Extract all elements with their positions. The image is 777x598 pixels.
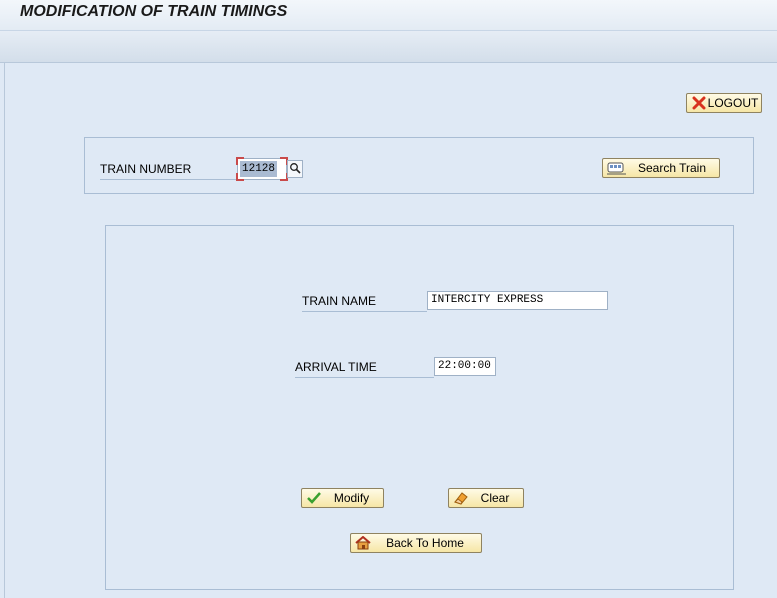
title-bar: MODIFICATION OF TRAIN TIMINGS bbox=[0, 0, 777, 31]
train-name-label: TRAIN NAME bbox=[302, 294, 427, 312]
page-title: MODIFICATION OF TRAIN TIMINGS bbox=[20, 3, 288, 20]
close-x-icon bbox=[691, 96, 707, 110]
home-icon bbox=[355, 536, 371, 550]
clear-label: Clear bbox=[480, 491, 510, 505]
eraser-icon bbox=[453, 491, 469, 505]
train-number-value: 12128 bbox=[240, 161, 278, 177]
logout-button[interactable]: LOGOUT bbox=[686, 93, 762, 113]
train-name-field[interactable]: INTERCITY EXPRESS bbox=[427, 291, 608, 310]
modify-button[interactable]: Modify bbox=[301, 488, 384, 508]
train-number-field[interactable]: 12128 bbox=[236, 157, 288, 181]
train-search-icon bbox=[607, 161, 627, 175]
search-train-button[interactable]: Search Train bbox=[602, 158, 720, 178]
check-icon bbox=[306, 491, 322, 505]
train-number-label: TRAIN NUMBER bbox=[100, 162, 237, 180]
search-train-label: Search Train bbox=[637, 161, 707, 175]
f4-help-icon bbox=[289, 162, 301, 177]
back-to-home-label: Back To Home bbox=[386, 536, 464, 550]
modify-label: Modify bbox=[333, 491, 370, 505]
focus-corner-top-left bbox=[236, 157, 244, 165]
arrival-time-label: ARRIVAL TIME bbox=[295, 360, 434, 378]
application-toolbar bbox=[0, 31, 777, 63]
focus-corner-bottom-left bbox=[236, 173, 244, 181]
clear-button[interactable]: Clear bbox=[448, 488, 524, 508]
arrival-time-field[interactable]: 22:00:00 bbox=[434, 357, 496, 376]
left-divider bbox=[4, 62, 5, 598]
back-to-home-button[interactable]: Back To Home bbox=[350, 533, 482, 553]
f4-help-button[interactable] bbox=[287, 160, 303, 178]
